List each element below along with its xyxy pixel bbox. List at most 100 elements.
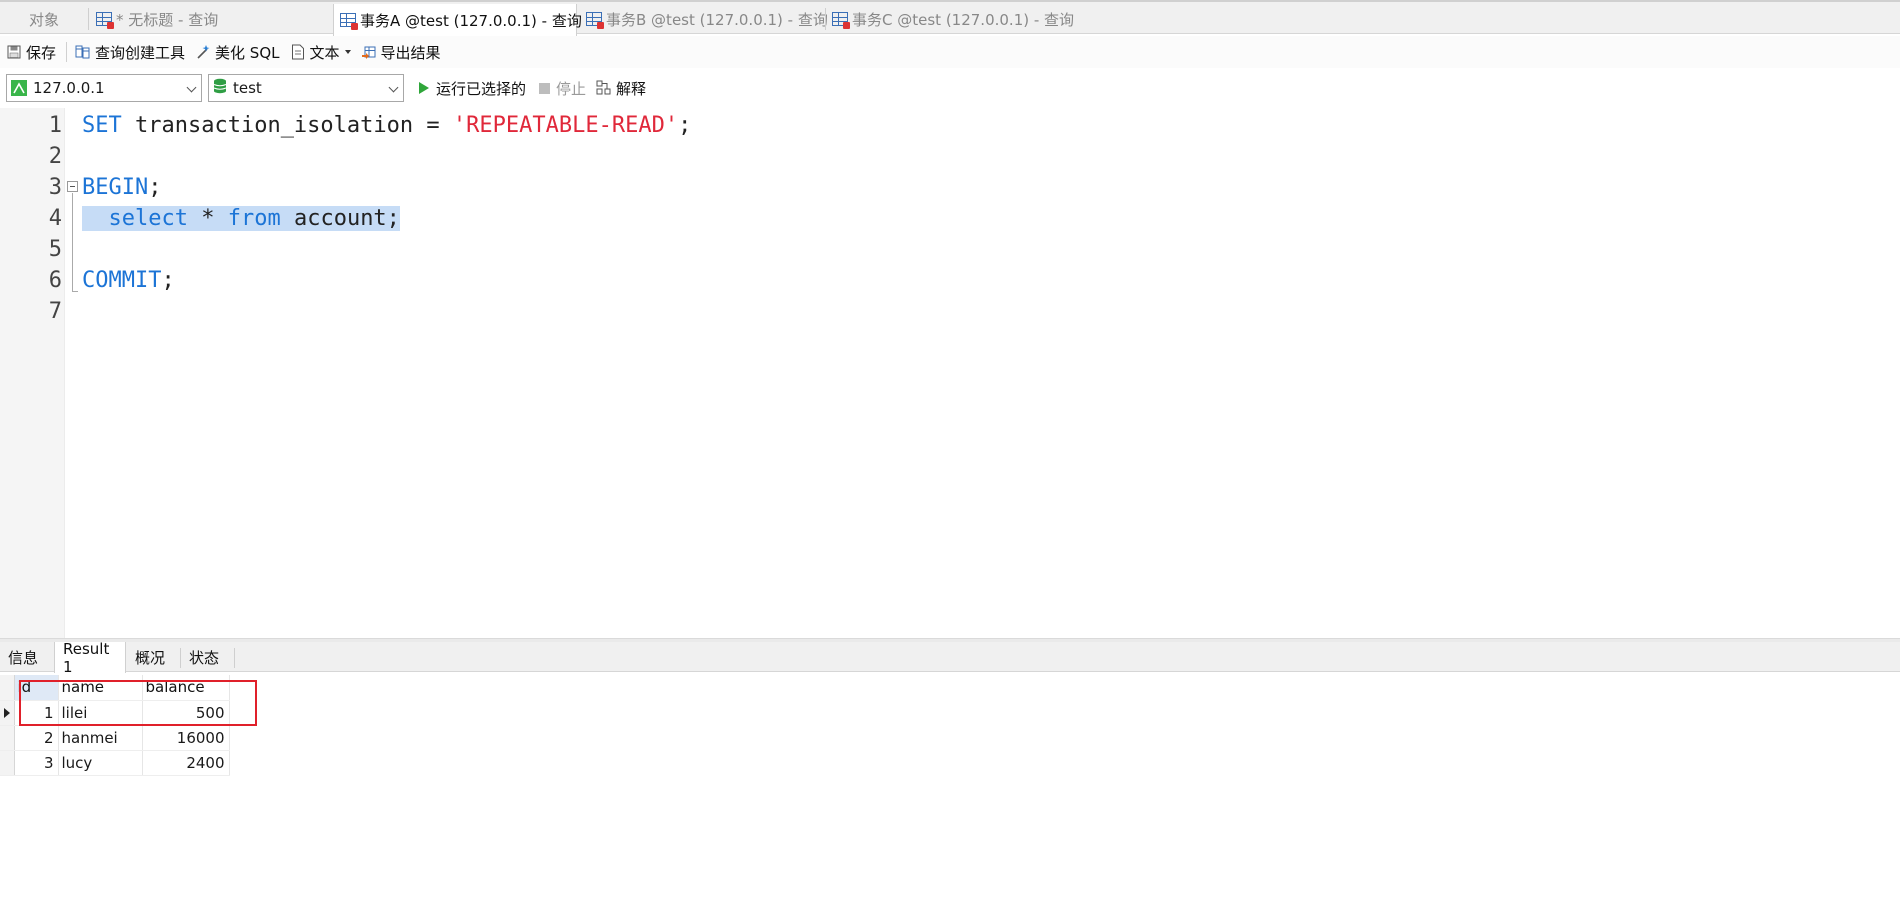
- table-row[interactable]: 3 lucy 2400: [0, 750, 230, 776]
- export-results-label: 导出结果: [380, 43, 441, 62]
- tab-label: 事务B @test (127.0.0.1) - 查询: [606, 10, 828, 29]
- tab-label: Result 1: [63, 639, 110, 676]
- toolbar-divider: [66, 42, 68, 62]
- query-builder-icon: [75, 44, 91, 60]
- sql-keyword: select: [108, 206, 188, 231]
- query-toolbar: 保存 查询创建工具 美化 SQL 文本 导出结果: [0, 36, 1900, 68]
- row-selector[interactable]: [0, 750, 15, 776]
- connection-icon: [11, 80, 27, 96]
- line-number: 1: [48, 113, 62, 138]
- tab-status[interactable]: 状态: [181, 642, 233, 672]
- tab-label: * 无标题 - 查询: [116, 10, 219, 29]
- fold-guide-end: [72, 291, 78, 292]
- tab-label: 事务A @test (127.0.0.1) - 查询: [360, 11, 582, 30]
- database-value: test: [233, 79, 262, 97]
- row-header-corner[interactable]: [0, 675, 15, 701]
- code-line-6: COMMIT;: [82, 268, 175, 293]
- tab-label: 状态: [189, 648, 220, 667]
- connection-value: 127.0.0.1: [33, 79, 105, 97]
- export-results-button[interactable]: 导出结果: [361, 39, 441, 65]
- play-icon: [416, 80, 432, 96]
- sql-text: ;: [148, 175, 162, 200]
- sql-keyword: from: [227, 206, 281, 231]
- dropdown-arrow-icon[interactable]: [344, 50, 351, 54]
- line-number: 5: [48, 237, 62, 262]
- sql-string: 'REPEATABLE-READ': [452, 113, 679, 138]
- line-number-gutter: 1 2 3 4 5 6 7: [0, 108, 65, 638]
- fold-guide-line: [72, 193, 73, 291]
- cell-id[interactable]: 2: [14, 725, 59, 751]
- beautify-sql-label: 美化 SQL: [215, 43, 280, 62]
- line-number: 3: [48, 175, 62, 200]
- tab-objects[interactable]: 对象: [0, 4, 88, 34]
- tab-transaction-a[interactable]: 事务A @test (127.0.0.1) - 查询: [333, 4, 582, 36]
- export-icon: [361, 44, 377, 60]
- tab-label: 事务C @test (127.0.0.1) - 查询: [852, 10, 1075, 29]
- row-selector[interactable]: [0, 725, 15, 751]
- chevron-down-icon: [388, 82, 399, 93]
- save-button[interactable]: 保存: [6, 39, 56, 65]
- query-builder-button[interactable]: 查询创建工具: [75, 39, 185, 65]
- line-number: 2: [48, 144, 62, 169]
- tab-label: 对象: [28, 10, 59, 29]
- connection-toolbar: 127.0.0.1 test 运行已选择的 停止 解释: [0, 70, 1900, 106]
- database-select[interactable]: test: [208, 74, 404, 102]
- explain-button[interactable]: 解释: [596, 75, 646, 101]
- row-selector[interactable]: [0, 700, 15, 726]
- tab-label: 信息: [8, 648, 39, 667]
- sql-text: account;: [280, 206, 400, 231]
- sql-keyword: BEGIN: [82, 175, 149, 200]
- sql-text: *: [187, 206, 228, 231]
- query-table-icon: [586, 12, 604, 29]
- sql-indent: [82, 206, 109, 231]
- sql-editor[interactable]: 1 2 3 4 5 6 7 SET transaction_isolation …: [0, 108, 1900, 638]
- tab-transaction-b[interactable]: 事务B @test (127.0.0.1) - 查询: [580, 4, 828, 34]
- run-selected-button[interactable]: 运行已选择的: [416, 75, 526, 101]
- code-line-1: SET transaction_isolation = 'REPEATABLE-…: [82, 113, 691, 138]
- tab-divider: [88, 8, 89, 30]
- tab-info[interactable]: 信息: [0, 642, 52, 672]
- sql-keyword: COMMIT: [82, 268, 162, 293]
- table-row[interactable]: 2 hanmei 16000: [0, 725, 230, 751]
- highlight-annotation-box: [19, 680, 257, 726]
- query-tab-bar: 对象 * 无标题 - 查询 事务A @test (127.0.0.1) - 查询…: [0, 0, 1900, 36]
- code-line-4-selected: select * from account;: [82, 206, 400, 231]
- sql-text: ;: [678, 113, 692, 138]
- cell-id[interactable]: 3: [14, 750, 59, 776]
- connection-select[interactable]: 127.0.0.1: [6, 74, 202, 102]
- sql-text: ;: [161, 268, 175, 293]
- tab-untitled-query[interactable]: * 无标题 - 查询: [90, 4, 330, 34]
- sql-keyword: SET: [82, 113, 122, 138]
- tab-overview[interactable]: 概况: [127, 642, 179, 672]
- fold-collapse-icon[interactable]: [67, 181, 78, 192]
- save-icon: [6, 44, 22, 60]
- tab-divider: [234, 648, 235, 668]
- explain-icon: [596, 80, 612, 96]
- chevron-down-icon: [186, 82, 197, 93]
- magic-wand-icon: [195, 44, 211, 60]
- cell-name[interactable]: hanmei: [58, 725, 143, 751]
- result-tab-bar: 信息 Result 1 概况 状态: [0, 639, 1900, 676]
- run-selected-label: 运行已选择的: [436, 79, 527, 98]
- line-number: 4: [48, 206, 62, 231]
- tab-transaction-c[interactable]: 事务C @test (127.0.0.1) - 查询: [826, 4, 1074, 34]
- query-builder-label: 查询创建工具: [95, 43, 186, 62]
- query-table-icon: [340, 13, 358, 30]
- code-line-3: BEGIN;: [82, 175, 161, 200]
- result-grid: id name balance 1 lilei 500 2 hanmei 160…: [0, 673, 1900, 897]
- cell-name[interactable]: lucy: [58, 750, 143, 776]
- document-icon: [290, 44, 306, 60]
- tab-label: 概况: [135, 648, 166, 667]
- sql-text: transaction_isolation =: [121, 113, 453, 138]
- current-row-arrow-icon: [4, 707, 10, 718]
- stop-button[interactable]: 停止: [536, 75, 586, 101]
- cell-balance[interactable]: 2400: [142, 750, 230, 776]
- beautify-sql-button[interactable]: 美化 SQL: [195, 39, 280, 65]
- stop-label: 停止: [556, 79, 587, 98]
- text-mode-label: 文本: [309, 43, 340, 62]
- text-mode-button[interactable]: 文本: [290, 39, 351, 65]
- stop-icon: [536, 80, 552, 96]
- explain-label: 解释: [616, 79, 647, 98]
- cell-balance[interactable]: 16000: [142, 725, 230, 751]
- tab-result-1[interactable]: Result 1: [54, 639, 126, 676]
